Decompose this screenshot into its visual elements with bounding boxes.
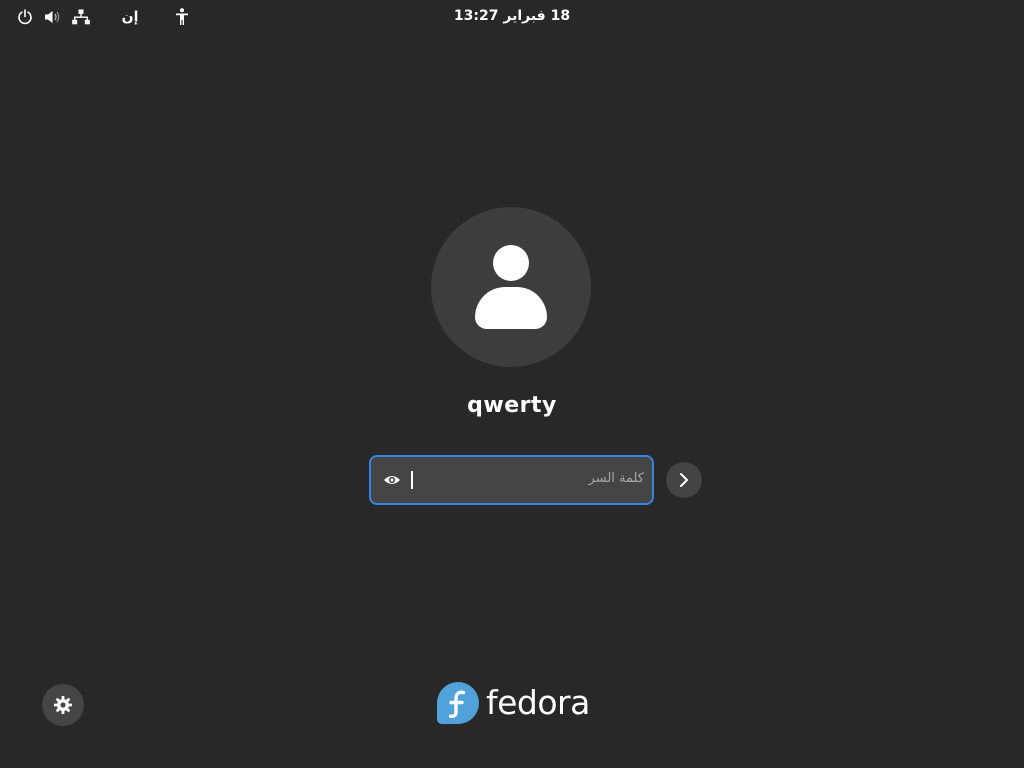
- fedora-logo: fedora: [436, 680, 590, 726]
- fedora-wordmark: fedora: [486, 683, 590, 722]
- top-bar: إن 18 فبراير 13:27: [0, 0, 1024, 34]
- chevron-right-icon: [680, 473, 688, 487]
- login-screen: إن 18 فبراير 13:27 qwerty كلمة السر fedo…: [0, 0, 1024, 768]
- login-submit-button[interactable]: [666, 462, 702, 498]
- user-avatar[interactable]: [431, 207, 591, 367]
- avatar-head: [493, 245, 529, 281]
- gear-icon: [54, 696, 72, 714]
- avatar-body: [475, 287, 547, 329]
- password-field[interactable]: كلمة السر: [369, 455, 654, 505]
- username-label: qwerty: [467, 393, 557, 418]
- eye-icon[interactable]: [381, 470, 403, 490]
- text-cursor: [411, 471, 413, 489]
- fedora-badge-icon: [437, 682, 479, 724]
- clock[interactable]: 18 فبراير 13:27: [0, 8, 1024, 24]
- password-placeholder: كلمة السر: [588, 471, 644, 486]
- session-settings-button[interactable]: [42, 684, 84, 726]
